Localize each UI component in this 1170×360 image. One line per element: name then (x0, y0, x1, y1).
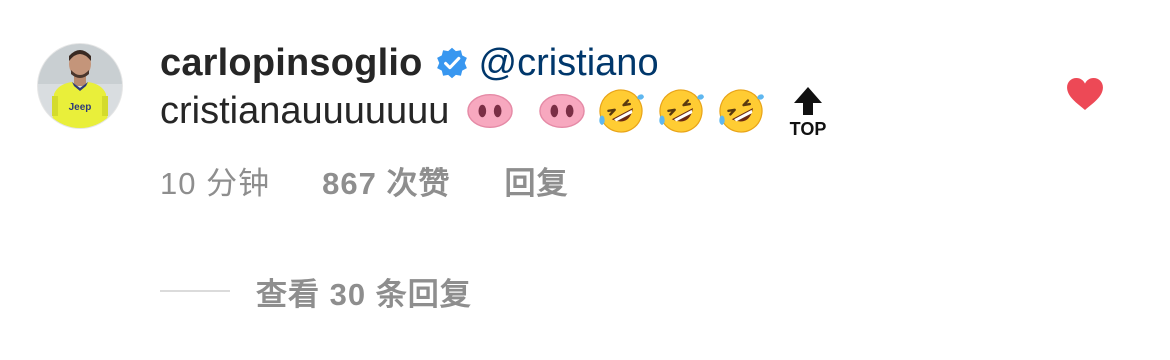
rolling-laughing-emoji-icon (719, 89, 765, 133)
comment-text: cristianauuuuuuu (160, 89, 450, 132)
top-arrow-emoji-icon: TOP (790, 87, 827, 137)
view-replies-button[interactable]: 查看 30 条回复 (160, 268, 472, 314)
avatar[interactable]: Jeep (37, 43, 123, 129)
replies-divider (160, 290, 230, 292)
comment-body: cristianauuuuuuu TOP (160, 84, 829, 138)
comment-meta: 10 分钟 867 次赞 回复 (160, 158, 568, 202)
comment-timestamp: 10 分钟 (160, 165, 271, 201)
top-label: TOP (790, 119, 827, 137)
comment-header: carlopinsoglio @cristiano (160, 38, 659, 88)
verified-badge-icon (436, 47, 467, 79)
view-replies-label: 查看 30 条回复 (256, 276, 472, 312)
reply-button[interactable]: 回复 (504, 158, 568, 203)
like-heart-icon[interactable] (1066, 77, 1104, 111)
pig-nose-emoji-icon (467, 93, 514, 129)
rolling-laughing-emoji-icon (659, 89, 705, 133)
comment-item: Jeep carlopinsoglio @cristiano cristiana… (0, 0, 1170, 360)
like-count-button[interactable]: 867 次赞 (322, 158, 450, 203)
username-link[interactable]: carlopinsoglio (160, 42, 423, 85)
pig-nose-emoji-icon (539, 93, 586, 129)
mention-link[interactable]: @cristiano (479, 42, 659, 85)
rolling-laughing-emoji-icon (599, 89, 645, 133)
avatar-image: Jeep (38, 44, 122, 128)
avatar-jersey-text: Jeep (69, 102, 92, 113)
